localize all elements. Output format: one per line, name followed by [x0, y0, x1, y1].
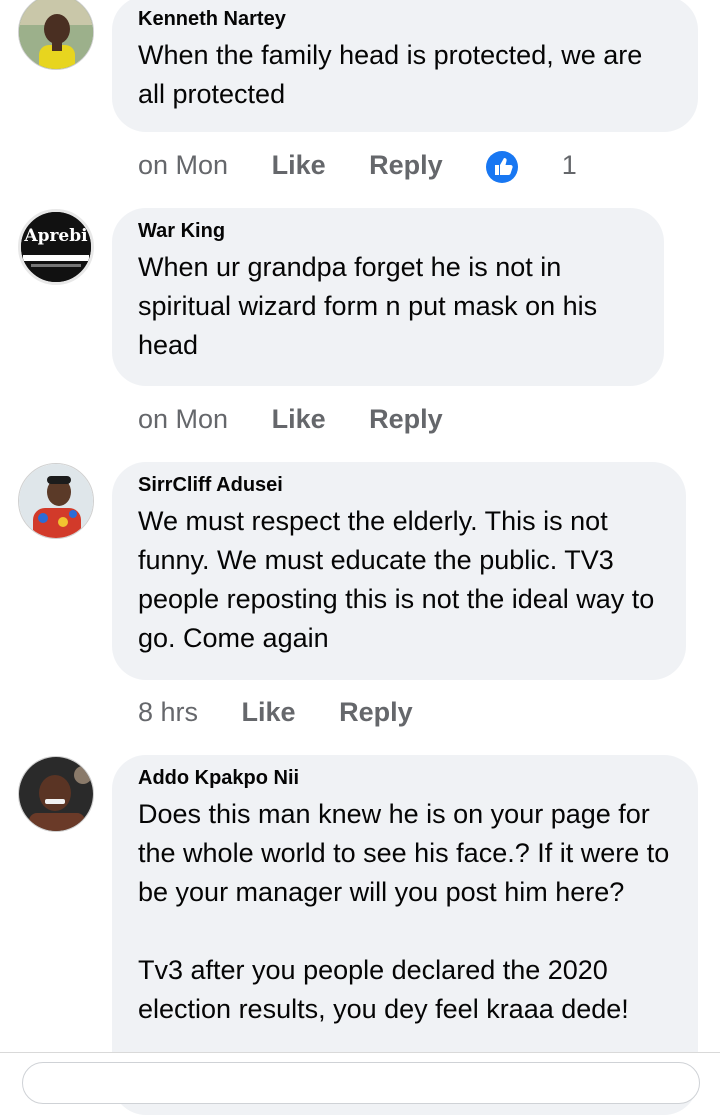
- like-button[interactable]: Like: [272, 399, 326, 439]
- comment-text: When the family head is protected, we ar…: [138, 40, 643, 109]
- comment-bubble: SirrCliff Adusei We must respect the eld…: [112, 462, 686, 680]
- logo-avatar-icon: [21, 212, 91, 282]
- thumbs-up-icon: [486, 150, 519, 183]
- comment-text: Does this man knew he is on your page fo…: [138, 799, 670, 1024]
- like-button[interactable]: Like: [242, 692, 296, 732]
- comment-actions: on Mon Like Reply 1: [138, 145, 649, 185]
- comment-actions: 8 hrs Like Reply: [138, 692, 449, 732]
- reaction-summary[interactable]: 1: [486, 145, 613, 185]
- profile-photo-icon: [19, 757, 93, 831]
- comment-author[interactable]: Addo Kpakpo Nii: [138, 765, 672, 791]
- comment-text: We must respect the elderly. This is not…: [138, 506, 655, 653]
- avatar[interactable]: Aprebi: [18, 209, 94, 285]
- avatar[interactable]: [18, 463, 94, 539]
- comment-text: When ur grandpa forget he is not in spir…: [138, 252, 598, 360]
- like-button[interactable]: Like: [272, 145, 326, 185]
- profile-photo-icon: [19, 464, 93, 538]
- comment-timestamp[interactable]: on Mon: [138, 145, 228, 185]
- avatar[interactable]: [18, 756, 94, 832]
- avatar-logo-text: Aprebi: [24, 226, 88, 246]
- comment-timestamp[interactable]: on Mon: [138, 399, 228, 439]
- reply-button[interactable]: Reply: [369, 145, 443, 185]
- comment-author[interactable]: Kenneth Nartey: [138, 6, 672, 32]
- comment-actions: on Mon Like Reply: [138, 399, 479, 439]
- reaction-count: 1: [561, 150, 577, 180]
- comment-input[interactable]: [22, 1062, 700, 1104]
- reply-button[interactable]: Reply: [369, 399, 443, 439]
- comment-author[interactable]: War King: [138, 218, 638, 244]
- comment-bubble: Kenneth Nartey When the family head is p…: [112, 0, 698, 132]
- reply-button[interactable]: Reply: [339, 692, 413, 732]
- comment-timestamp[interactable]: 8 hrs: [138, 692, 198, 732]
- profile-photo-icon: [19, 0, 93, 69]
- comment-author[interactable]: SirrCliff Adusei: [138, 472, 660, 498]
- comment-bubble: War King When ur grandpa forget he is no…: [112, 208, 664, 386]
- avatar[interactable]: [18, 0, 94, 70]
